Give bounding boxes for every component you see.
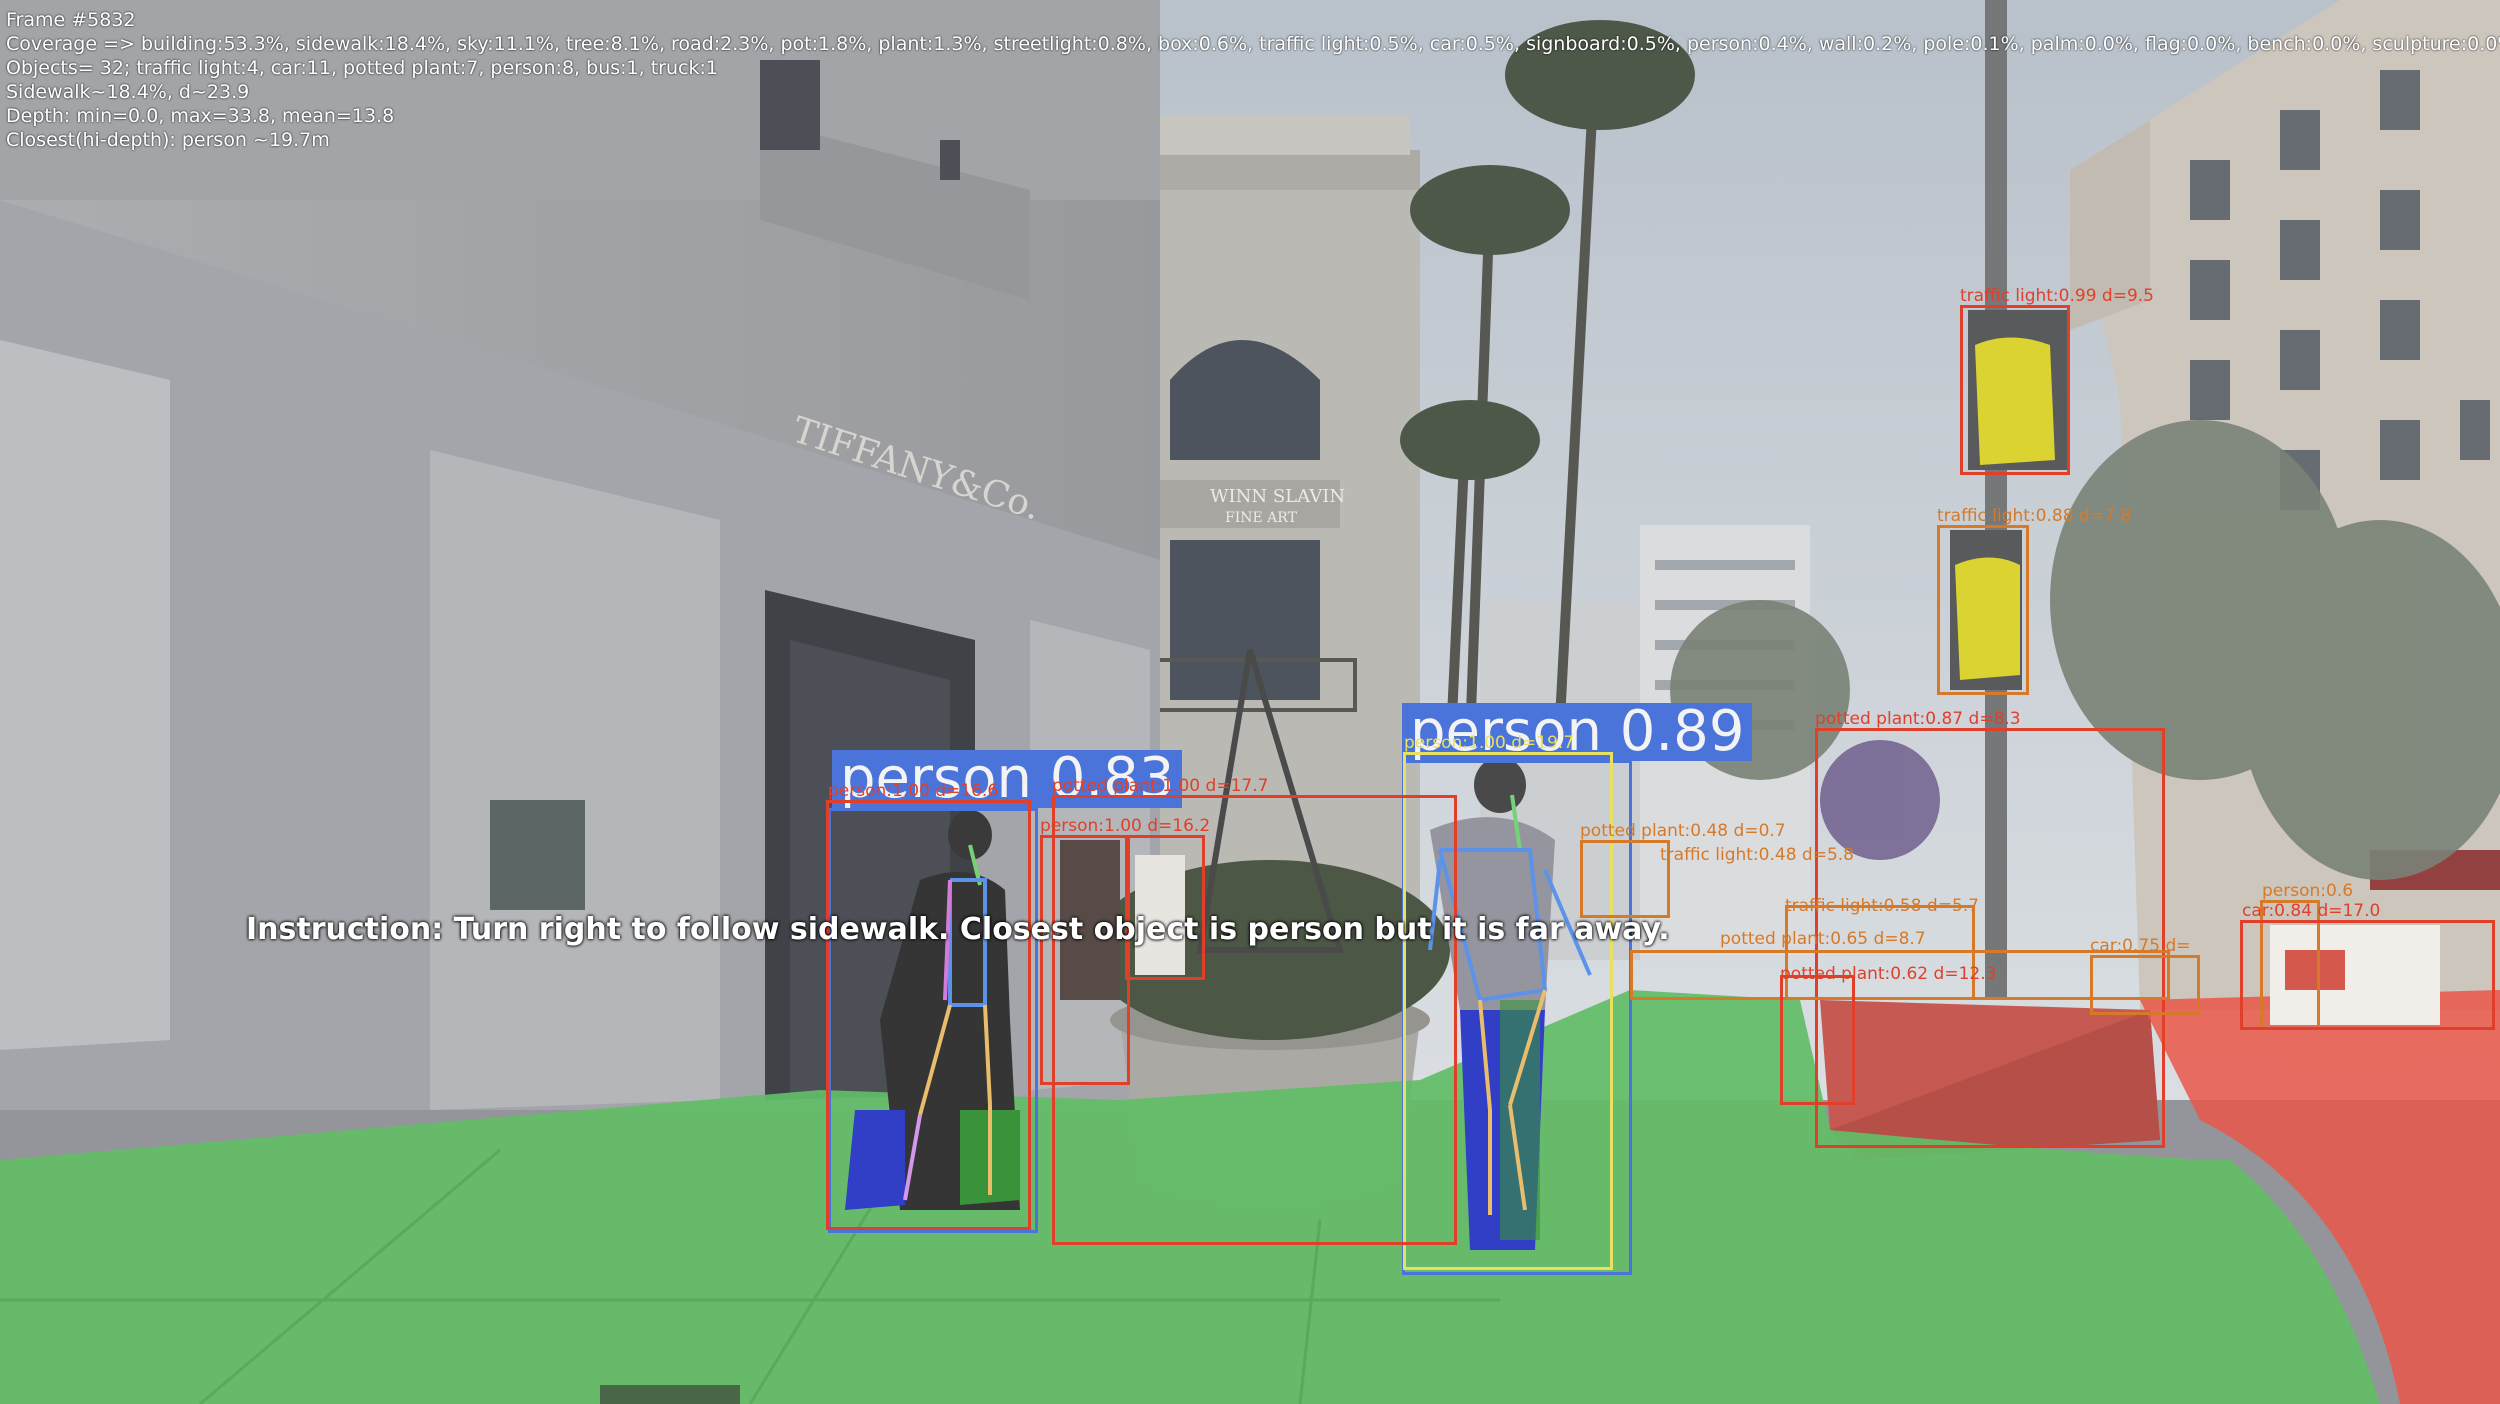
traffic-light-top-label: traffic light:0.99 d=9.5 [1960, 286, 2154, 306]
plant-center-label: potted plant:1.00 d=17.7 [1052, 776, 1269, 796]
person-right-label: person:1.00 d=19.7 [1404, 733, 1575, 753]
person-mid2-box [1125, 835, 1205, 980]
plant-low-label: potted plant:0.65 d=8.7 [1720, 929, 1926, 949]
traffic-light-mid-box [1937, 525, 2029, 695]
traffic-light-mid-label: traffic light:0.88 d=7.8 [1937, 506, 2131, 526]
car-far-right-label: car:0.84 d=17.0 [2242, 901, 2381, 921]
plant-low2-label: potted plant:0.62 d=12.3 [1780, 964, 1997, 984]
hud-depth: Depth: min=0.0, max=33.8, mean=13.8 [6, 105, 395, 127]
hud-panel: Frame #5832 Coverage => building:53.3%, … [6, 8, 2500, 152]
traffic-light-far-label: traffic light:0.48 d=5.8 [1660, 845, 1854, 865]
car-far-right-box [2240, 920, 2495, 1030]
person-far-right-label: person:0.6 [2262, 881, 2354, 901]
car-right-box [2090, 955, 2200, 1015]
person-left-label: person:1.00 d=16.6 [828, 781, 999, 801]
hud-objects: Objects= 32; traffic light:4, car:11, po… [6, 57, 718, 79]
plant-far-label: potted plant:0.48 d=0.7 [1580, 821, 1786, 841]
plant-far-box [1580, 840, 1670, 918]
hud-coverage: Coverage => building:53.3%, sidewalk:18.… [6, 33, 2500, 55]
plant-right-label: potted plant:0.87 d=8.3 [1815, 709, 2021, 729]
navigation-instruction: Instruction: Turn right to follow sidewa… [246, 912, 1670, 947]
hud-sidewalk: Sidewalk~18.4%, d~23.9 [6, 81, 250, 103]
traffic-light-top-box [1960, 305, 2070, 475]
hud-frame: Frame #5832 [6, 9, 136, 31]
traffic-light-low-label: traffic light:0.58 d=5.7 [1785, 896, 1979, 916]
person-left-box [826, 800, 1031, 1230]
plant-low2-box [1780, 975, 1855, 1105]
car-right-label: car:0.75 d= [2090, 936, 2191, 956]
person-mid-box [1040, 835, 1130, 1085]
hud-closest: Closest(hi-depth): person ~19.7m [6, 129, 330, 151]
person-mid-label: person:1.00 d=16.2 [1040, 816, 1211, 836]
